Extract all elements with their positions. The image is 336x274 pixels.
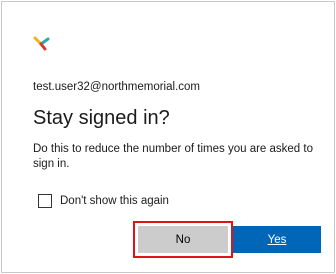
- dont-show-again-option[interactable]: Don't show this again: [38, 194, 169, 208]
- no-button[interactable]: No: [138, 226, 228, 253]
- page-title: Stay signed in?: [33, 107, 170, 129]
- account-email: test.user32@northmemorial.com: [33, 81, 200, 93]
- dont-show-again-label: Don't show this again: [60, 195, 169, 207]
- description-text: Do this to reduce the number of times yo…: [33, 143, 313, 170]
- north-memorial-logo-icon: [33, 36, 50, 51]
- dont-show-again-checkbox[interactable]: [38, 194, 52, 208]
- yes-button[interactable]: Yes: [233, 226, 321, 253]
